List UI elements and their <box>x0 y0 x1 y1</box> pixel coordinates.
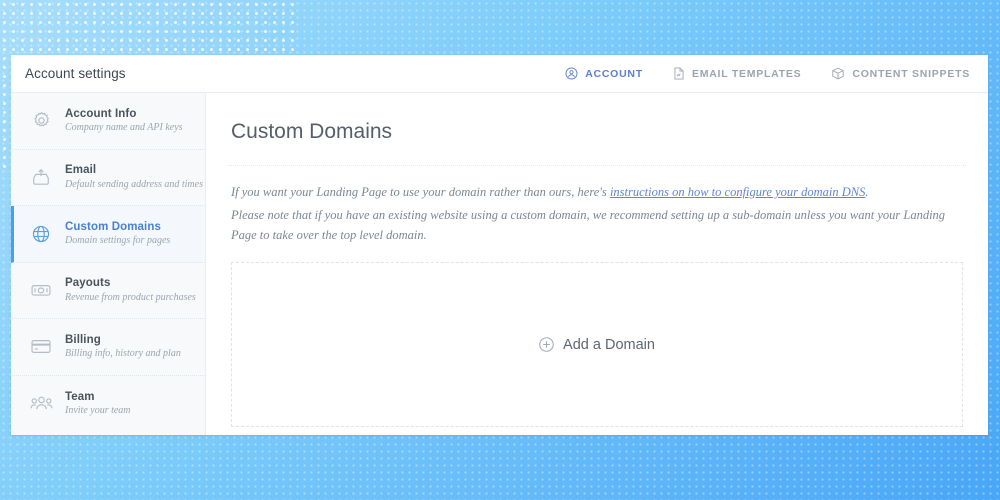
sidebar-item-text: Custom Domains Domain settings for pages <box>65 220 170 248</box>
add-domain-button-label: Add a Domain <box>563 336 655 353</box>
account-circle-icon <box>565 67 578 80</box>
add-domain-button[interactable]: Add a Domain <box>539 337 655 353</box>
sidebar-item-text: Billing Billing info, history and plan <box>65 333 181 361</box>
outbox-icon <box>28 167 54 187</box>
sidebar-item-email[interactable]: Email Default sending address and times <box>11 150 205 206</box>
banknote-icon <box>28 280 54 300</box>
page-header-title: Account settings <box>25 66 126 81</box>
sidebar-item-text: Team Invite your team <box>65 390 131 418</box>
sidebar-item-account-info-title: Account Info <box>65 107 137 120</box>
nav-tab-email-templates-label: EMAIL TEMPLATES <box>691 67 802 80</box>
intro-paragraph-1-prefix: If you want your Landing Page to use you… <box>231 185 610 199</box>
plus-circle-icon <box>539 337 554 352</box>
nav-tab-content-snippets-label: CONTENT SNIPPETS <box>852 67 970 80</box>
sidebar-item-team-subtitle: Invite your team <box>65 405 131 417</box>
intro-text-block: If you want your Landing Page to use you… <box>228 166 966 245</box>
nav-tab-account[interactable]: ACCOUNT <box>565 67 643 80</box>
sidebar-item-billing[interactable]: Billing Billing info, history and plan <box>11 319 205 376</box>
top-navigation: ACCOUNT EMAIL TEMPLATES CONTENT SNIPPETS <box>565 67 970 80</box>
sidebar-item-custom-domains-subtitle: Domain settings for pages <box>65 235 171 247</box>
nav-tab-content-snippets[interactable]: CONTENT SNIPPETS <box>831 67 970 80</box>
sidebar-item-team[interactable]: Team Invite your team <box>11 376 205 433</box>
sidebar-item-text: Email Default sending address and times <box>65 163 203 191</box>
sidebar-item-billing-title: Billing <box>65 333 101 346</box>
sidebar-item-payouts-title: Payouts <box>65 277 111 290</box>
card-body: Account Info Company name and API keys E… <box>11 93 988 435</box>
main-content: Custom Domains If you want your Landing … <box>206 93 988 435</box>
settings-sidebar: Account Info Company name and API keys E… <box>11 93 206 435</box>
sidebar-item-text: Account Info Company name and API keys <box>65 107 183 135</box>
dns-instructions-link[interactable]: instructions on how to configure your do… <box>610 185 865 199</box>
nav-tab-email-templates[interactable]: EMAIL TEMPLATES <box>673 67 801 80</box>
document-icon <box>673 67 685 80</box>
sidebar-item-custom-domains-title: Custom Domains <box>65 220 161 233</box>
globe-icon <box>28 224 54 244</box>
intro-paragraph-2: Please note that if you have an existing… <box>231 208 946 242</box>
credit-card-icon <box>28 337 54 356</box>
gear-icon <box>28 111 54 130</box>
card-header: Account settings ACCOUNT EMAIL TEMPLATES… <box>11 55 988 93</box>
domain-list-empty-state: Add a Domain <box>231 262 963 428</box>
sidebar-item-payouts[interactable]: Payouts Revenue from product purchases <box>11 263 205 319</box>
sidebar-item-email-subtitle: Default sending address and times <box>65 178 203 190</box>
people-icon <box>28 394 54 413</box>
settings-card: Account settings ACCOUNT EMAIL TEMPLATES… <box>11 55 988 435</box>
intro-paragraph-1: If you want your Landing Page to use you… <box>231 183 963 202</box>
sidebar-item-account-info-subtitle: Company name and API keys <box>65 122 183 134</box>
intro-paragraph-1-suffix: . <box>865 185 869 199</box>
sidebar-item-account-info[interactable]: Account Info Company name and API keys <box>11 93 205 150</box>
nav-tab-account-label: ACCOUNT <box>585 67 643 80</box>
sidebar-item-text: Payouts Revenue from product purchases <box>65 276 196 304</box>
page-title: Custom Domains <box>228 93 966 166</box>
sidebar-item-email-title: Email <box>65 164 97 177</box>
sidebar-item-custom-domains[interactable]: Custom Domains Domain settings for pages <box>11 206 205 263</box>
sidebar-item-payouts-subtitle: Revenue from product purchases <box>65 291 196 303</box>
box-icon <box>831 67 845 80</box>
sidebar-item-team-title: Team <box>65 390 95 403</box>
sidebar-item-billing-subtitle: Billing info, history and plan <box>65 348 181 360</box>
